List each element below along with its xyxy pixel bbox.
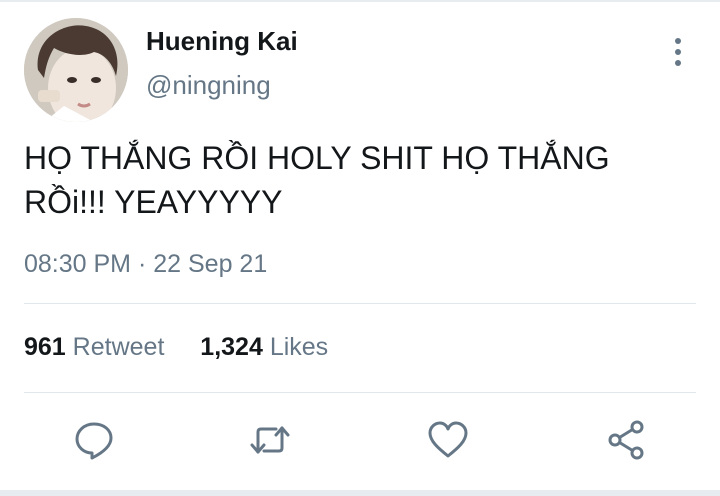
- more-dot-icon: [675, 38, 681, 44]
- retweet-button[interactable]: [248, 418, 292, 462]
- likes-stat[interactable]: 1,324 Likes: [200, 333, 328, 361]
- reply-button[interactable]: [72, 418, 116, 462]
- tweet-time: 08:30 PM: [24, 250, 132, 278]
- likes-count: 1,324: [200, 333, 263, 361]
- like-icon: [428, 421, 468, 458]
- avatar[interactable]: [24, 18, 128, 122]
- display-name[interactable]: Huening Kai: [146, 26, 298, 57]
- likes-label: Likes: [269, 333, 329, 361]
- tweet-text: HỌ THẮNG RỒI HOLY SHIT HỌ THẮNG RỒi!!! Y…: [24, 136, 684, 224]
- more-dot-icon: [675, 49, 681, 55]
- retweet-icon: [250, 426, 290, 454]
- tweet-date: 22 Sep 21: [153, 250, 268, 278]
- like-button[interactable]: [426, 418, 470, 462]
- bottom-border: [0, 490, 720, 496]
- retweets-label: Retweet: [72, 333, 165, 361]
- top-border: [0, 0, 720, 2]
- more-dot-icon: [675, 60, 681, 66]
- timestamp-separator: ·: [137, 250, 147, 278]
- more-options-button[interactable]: [664, 34, 692, 70]
- reply-icon: [75, 422, 113, 460]
- share-button[interactable]: [604, 418, 648, 462]
- tweet-text-line: HỌ THẮNG RỒI HOLY SHIT HỌ THẮNG: [24, 140, 610, 176]
- tweet-text-line: RỒi!!! YEAYYYYY: [24, 184, 283, 220]
- profile-photo-icon: [24, 18, 128, 122]
- user-handle[interactable]: @ningning: [146, 70, 271, 101]
- retweets-stat[interactable]: 961 Retweet: [24, 333, 171, 361]
- divider: [24, 303, 696, 304]
- tweet-timestamp[interactable]: 08:30 PM · 22 Sep 21: [24, 250, 267, 279]
- retweets-count: 961: [24, 333, 66, 361]
- tweet-stats: 961 Retweet 1,324 Likes: [24, 333, 328, 362]
- divider: [24, 392, 696, 393]
- share-icon: [608, 420, 644, 460]
